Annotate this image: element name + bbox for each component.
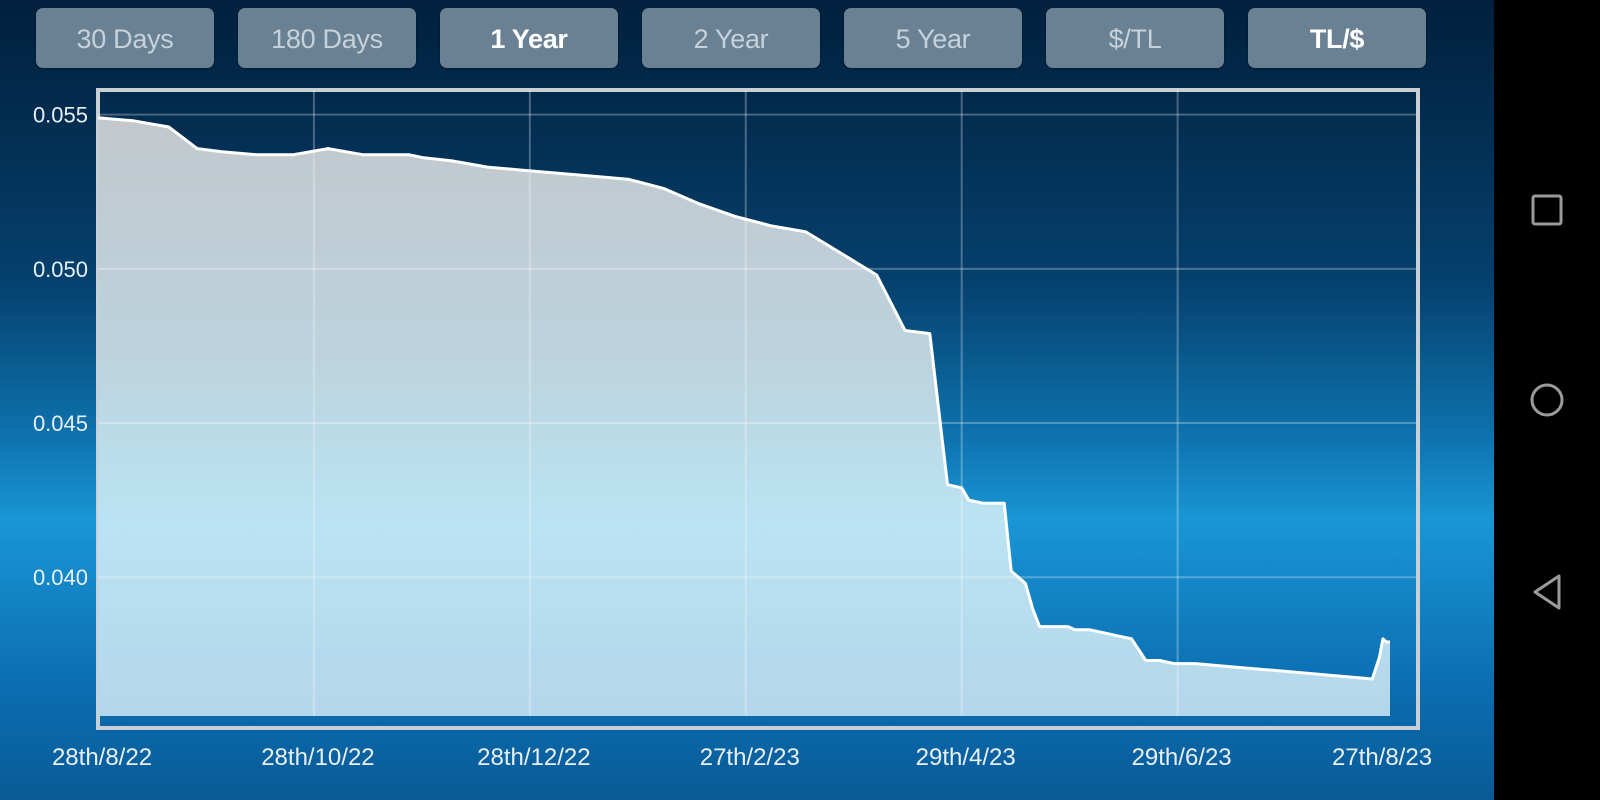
recents-square-icon	[1531, 194, 1563, 226]
range-1-year-button[interactable]: 1 Year	[440, 8, 618, 68]
x-tick-label: 28th/8/22	[52, 744, 152, 771]
y-tick-label: 0.040	[33, 565, 88, 590]
range-30-days-button[interactable]: 30 Days	[36, 8, 214, 68]
x-tick-label: 29th/4/23	[916, 744, 1016, 771]
x-tick-label: 28th/12/22	[477, 744, 590, 771]
home-button[interactable]	[1527, 380, 1567, 420]
app-screen: 0.055 0.050 0.045 0.040 28th/8/22 28th/10/22…	[0, 0, 1494, 800]
range-toolbar: 30 Days 180 Days 1 Year 2 Year 5 Year $/…	[0, 0, 1494, 80]
usd-per-tl-button[interactable]: $/TL	[1046, 8, 1224, 68]
series-area	[98, 117, 1390, 717]
range-180-days-button[interactable]: 180 Days	[238, 8, 416, 68]
recents-button[interactable]	[1527, 190, 1567, 230]
range-5-year-button[interactable]: 5 Year	[844, 8, 1022, 68]
x-tick-label: 27th/2/23	[700, 744, 800, 771]
y-tick-label: 0.050	[33, 257, 88, 282]
y-tick-label: 0.055	[33, 103, 88, 128]
x-tick-label: 28th/10/22	[261, 744, 374, 771]
tl-usd-chart: 0.055 0.050 0.045 0.040 28th/8/22 28th/10/22…	[33, 88, 1432, 771]
android-nav-bar	[1494, 0, 1600, 800]
y-tick-label: 0.045	[33, 411, 88, 436]
back-button[interactable]	[1527, 572, 1567, 612]
tl-per-usd-button[interactable]: TL/$	[1248, 8, 1426, 68]
home-circle-icon	[1530, 383, 1564, 417]
back-triangle-icon	[1533, 574, 1561, 610]
x-tick-label: 29th/6/23	[1132, 744, 1232, 771]
range-2-year-button[interactable]: 2 Year	[642, 8, 820, 68]
x-tick-label: 27th/8/23	[1332, 744, 1432, 771]
